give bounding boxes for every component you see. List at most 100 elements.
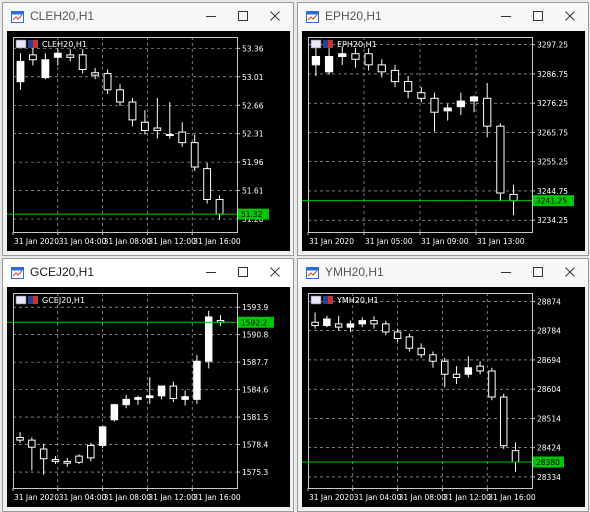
y-tick-label: 1581.5 (242, 413, 268, 422)
y-tick-label: 1587.7 (242, 358, 268, 367)
candle (382, 320, 390, 336)
candle-body (452, 373, 461, 378)
candle (404, 76, 413, 99)
candle (178, 122, 187, 147)
x-tick-label: 31 Jan 2020 (14, 237, 59, 246)
y-tick-label: 28604 (537, 385, 561, 394)
candle-body (41, 59, 50, 79)
candle-body (464, 367, 473, 375)
minimize-button[interactable] (197, 261, 225, 283)
candle-body (390, 69, 400, 83)
x-tick-label: 31 Jan 04:00 (59, 237, 107, 246)
maximize-button[interactable] (524, 5, 552, 27)
close-button[interactable] (261, 5, 289, 27)
close-button[interactable] (261, 261, 289, 283)
close-button[interactable] (556, 5, 584, 27)
candle (429, 351, 437, 368)
y-tick-label: 52.31 (242, 130, 264, 139)
x-tick-label: 31 Jan 04:00 (354, 493, 402, 502)
chart-window-eph20[interactable]: EPH20,H1 3297.25 3286.75 3276.25 3265.75 3255… (297, 2, 589, 256)
window-title: YMH20,H1 (325, 265, 384, 279)
minimize-button[interactable] (492, 261, 520, 283)
y-tick-label: 28694 (537, 356, 561, 365)
candle-body (443, 107, 452, 112)
candle-body (429, 354, 437, 362)
x-tick-label: 31 Jan 08:00 (399, 493, 447, 502)
candle (358, 317, 366, 328)
candle (216, 315, 225, 326)
candle-body (377, 64, 386, 73)
window-titlebar[interactable]: GCEJ20,H1 (3, 259, 293, 287)
current-price-label: 51.32 (241, 210, 263, 219)
y-tick-label: 1575.3 (242, 468, 268, 477)
window-titlebar[interactable]: EPH20,H1 (298, 3, 588, 31)
symbol-flag-icon (310, 295, 333, 305)
y-tick-label: 28874 (537, 297, 561, 306)
chart-window-gcej20[interactable]: GCEJ20,H1 1593.9 1590.8 1587.7 1584.6 1581.5 1… (2, 258, 294, 512)
y-tick-label: 3286.75 (537, 70, 568, 79)
candle-body (169, 385, 178, 399)
candle (16, 53, 25, 90)
candle (334, 315, 343, 331)
candle (66, 49, 75, 62)
candle-body (358, 320, 366, 325)
candlestick-chart: 28874 28784 28694 28604 28514 28424 28334 31 Ja… (302, 293, 564, 502)
symbol-flag-icon (310, 39, 333, 49)
candle (116, 84, 124, 107)
chart-canvas[interactable]: 1593.9 1590.8 1587.7 1584.6 1581.5 1578.4 1575… (7, 287, 290, 507)
candle (464, 356, 473, 378)
y-tick-label: 1584.6 (242, 386, 268, 395)
window-titlebar[interactable]: CLEH20,H1 (3, 3, 293, 31)
candle-body (51, 459, 60, 462)
candle-body (203, 168, 212, 200)
window-titlebar[interactable]: YMH20,H1 (298, 259, 588, 287)
candle-body (441, 360, 449, 375)
candle-body (311, 321, 319, 326)
candle (181, 390, 189, 406)
candle-body (28, 439, 36, 448)
maximize-button[interactable] (229, 261, 257, 283)
candle (488, 367, 496, 401)
candle (78, 49, 87, 74)
candle (405, 333, 414, 352)
minimize-button[interactable] (197, 5, 225, 27)
candle-body (338, 53, 347, 57)
y-tick-label: 53.01 (242, 73, 264, 82)
candle (476, 361, 484, 375)
current-price-label: 3241.25 (536, 197, 567, 206)
candle (128, 97, 137, 127)
candle-body (204, 316, 213, 362)
chart-window-cleh20[interactable]: CLEH20,H1 53.36 53.01 52.66 52.31 51.96 51.61 5… (2, 2, 294, 256)
candle-body (146, 395, 154, 399)
candle (441, 358, 449, 388)
chart-canvas[interactable]: 28874 28784 28694 28604 28514 28424 28334 31 Ja… (302, 287, 585, 507)
y-tick-label: 51.96 (242, 158, 264, 167)
x-tick-label: 31 Jan 16:00 (488, 493, 536, 502)
y-tick-label: 3297.25 (537, 41, 568, 50)
candle (122, 394, 130, 409)
minimize-button[interactable] (492, 5, 520, 27)
maximize-button[interactable] (524, 261, 552, 283)
maximize-button[interactable] (229, 5, 257, 27)
candle-body (417, 92, 426, 99)
chart-window-ymh20[interactable]: YMH20,H1 28874 28784 28694 28604 28514 28424 28… (297, 258, 589, 512)
candle-body (456, 100, 465, 108)
x-tick-label: 31 Jan 16:00 (193, 493, 241, 502)
candle (364, 48, 373, 71)
candle (483, 82, 492, 138)
chart-symbol-label: YMH20,H1 (336, 296, 379, 305)
candle (169, 381, 178, 403)
candle (351, 48, 360, 68)
candle (417, 87, 426, 103)
candle-body (181, 396, 189, 400)
candle-body (110, 404, 119, 421)
close-button[interactable] (556, 261, 584, 283)
chart-canvas[interactable]: 53.3653.0152.6652.3151.9651.6151.2631 Ja… (7, 31, 290, 251)
candlestick-chart: 1593.9 1590.8 1587.7 1584.6 1581.5 1578.4 1575… (7, 293, 274, 502)
chart-symbol-label: GCEJ20,H1 (42, 296, 85, 305)
chart-canvas[interactable]: 3297.25 3286.75 3276.25 3265.75 3255.25 3244.… (302, 31, 585, 251)
y-tick-label: 3265.75 (537, 128, 568, 137)
window-title: GCEJ20,H1 (30, 265, 95, 279)
candle-body (488, 370, 496, 398)
candle-body (405, 336, 414, 349)
